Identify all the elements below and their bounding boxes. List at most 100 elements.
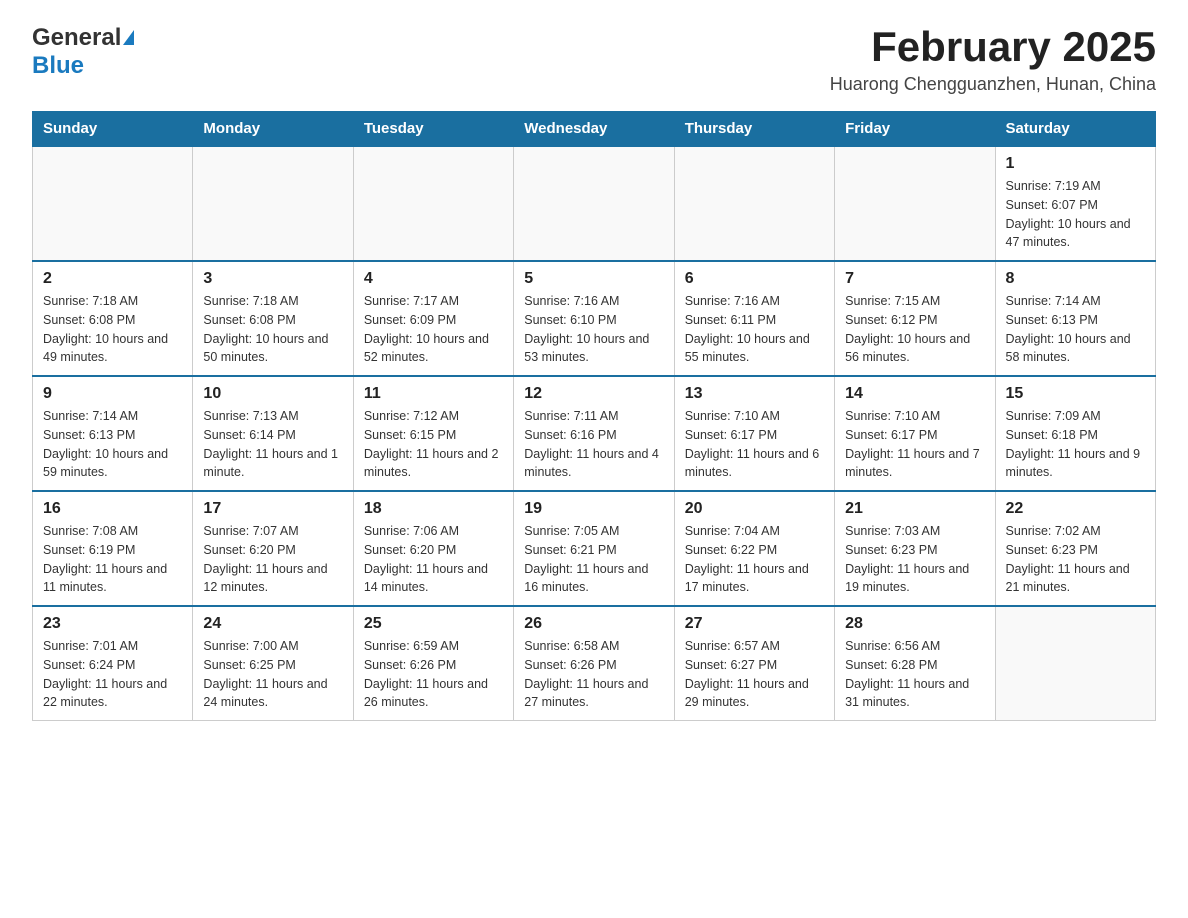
- calendar-cell: 15 Sunrise: 7:09 AM Sunset: 6:18 PM Dayli…: [995, 376, 1155, 491]
- day-info: Sunrise: 7:19 AM Sunset: 6:07 PM Dayligh…: [1006, 177, 1145, 252]
- weekday-header-friday: Friday: [835, 112, 995, 147]
- day-number: 26: [524, 615, 663, 633]
- day-number: 15: [1006, 385, 1145, 403]
- day-number: 6: [685, 270, 824, 288]
- weekday-header-sunday: Sunday: [33, 112, 193, 147]
- calendar-cell: 26 Sunrise: 6:58 AM Sunset: 6:26 PM Dayli…: [514, 606, 674, 721]
- calendar-cell: 8 Sunrise: 7:14 AM Sunset: 6:13 PM Daylig…: [995, 261, 1155, 376]
- day-info: Sunrise: 7:14 AM Sunset: 6:13 PM Dayligh…: [1006, 292, 1145, 367]
- calendar-cell: 1 Sunrise: 7:19 AM Sunset: 6:07 PM Daylig…: [995, 146, 1155, 261]
- calendar-cell: 18Sunrise: 7:06 AM Sunset: 6:20 PM Dayli…: [353, 491, 513, 606]
- day-info: Sunrise: 7:10 AM Sunset: 6:17 PM Dayligh…: [685, 407, 824, 482]
- day-info: Sunrise: 7:08 AM Sunset: 6:19 PM Dayligh…: [43, 522, 182, 597]
- day-info: Sunrise: 7:09 AM Sunset: 6:18 PM Dayligh…: [1006, 407, 1145, 482]
- logo: General Blue: [32, 24, 134, 80]
- day-info: Sunrise: 7:18 AM Sunset: 6:08 PM Dayligh…: [43, 292, 182, 367]
- day-info: Sunrise: 6:56 AM Sunset: 6:28 PM Dayligh…: [845, 637, 984, 712]
- calendar-cell: 20Sunrise: 7:04 AM Sunset: 6:22 PM Dayli…: [674, 491, 834, 606]
- day-number: 21: [845, 500, 984, 518]
- day-info: Sunrise: 7:16 AM Sunset: 6:10 PM Dayligh…: [524, 292, 663, 367]
- day-info: Sunrise: 7:14 AM Sunset: 6:13 PM Dayligh…: [43, 407, 182, 482]
- day-number: 5: [524, 270, 663, 288]
- day-info: Sunrise: 7:11 AM Sunset: 6:16 PM Dayligh…: [524, 407, 663, 482]
- calendar-cell: 24Sunrise: 7:00 AM Sunset: 6:25 PM Dayli…: [193, 606, 353, 721]
- day-info: Sunrise: 7:03 AM Sunset: 6:23 PM Dayligh…: [845, 522, 984, 597]
- calendar-cell: 21 Sunrise: 7:03 AM Sunset: 6:23 PM Dayli…: [835, 491, 995, 606]
- day-number: 10: [203, 385, 342, 403]
- weekday-header-row: SundayMondayTuesdayWednesdayThursdayFrid…: [33, 112, 1156, 147]
- calendar-table: SundayMondayTuesdayWednesdayThursdayFrid…: [32, 111, 1156, 721]
- calendar-cell: 25 Sunrise: 6:59 AM Sunset: 6:26 PM Dayli…: [353, 606, 513, 721]
- logo-blue-text: Blue: [32, 52, 84, 79]
- day-number: 13: [685, 385, 824, 403]
- calendar-week-1: 1 Sunrise: 7:19 AM Sunset: 6:07 PM Daylig…: [33, 146, 1156, 261]
- logo-general-text: General: [32, 24, 121, 52]
- day-number: 22: [1006, 500, 1145, 518]
- day-info: Sunrise: 7:18 AM Sunset: 6:08 PM Dayligh…: [203, 292, 342, 367]
- day-number: 7: [845, 270, 984, 288]
- calendar-cell: 27Sunrise: 6:57 AM Sunset: 6:27 PM Dayli…: [674, 606, 834, 721]
- weekday-header-monday: Monday: [193, 112, 353, 147]
- calendar-body: 1 Sunrise: 7:19 AM Sunset: 6:07 PM Daylig…: [33, 146, 1156, 721]
- calendar-week-3: 9Sunrise: 7:14 AM Sunset: 6:13 PM Daylig…: [33, 376, 1156, 491]
- day-number: 25: [364, 615, 503, 633]
- calendar-cell: [835, 146, 995, 261]
- day-number: 17: [203, 500, 342, 518]
- calendar-cell: 13 Sunrise: 7:10 AM Sunset: 6:17 PM Dayli…: [674, 376, 834, 491]
- calendar-cell: [995, 606, 1155, 721]
- day-info: Sunrise: 6:58 AM Sunset: 6:26 PM Dayligh…: [524, 637, 663, 712]
- calendar-cell: 23 Sunrise: 7:01 AM Sunset: 6:24 PM Dayli…: [33, 606, 193, 721]
- day-info: Sunrise: 7:05 AM Sunset: 6:21 PM Dayligh…: [524, 522, 663, 597]
- calendar-cell: 12 Sunrise: 7:11 AM Sunset: 6:16 PM Dayli…: [514, 376, 674, 491]
- day-number: 16: [43, 500, 182, 518]
- calendar-subtitle: Huarong Chengguanzhen, Hunan, China: [830, 74, 1156, 95]
- calendar-title: February 2025: [830, 24, 1156, 70]
- weekday-header-saturday: Saturday: [995, 112, 1155, 147]
- day-number: 24: [203, 615, 342, 633]
- day-number: 28: [845, 615, 984, 633]
- calendar-cell: 22 Sunrise: 7:02 AM Sunset: 6:23 PM Dayli…: [995, 491, 1155, 606]
- calendar-cell: [353, 146, 513, 261]
- day-number: 19: [524, 500, 663, 518]
- day-number: 27: [685, 615, 824, 633]
- day-info: Sunrise: 6:59 AM Sunset: 6:26 PM Dayligh…: [364, 637, 503, 712]
- title-area: February 2025 Huarong Chengguanzhen, Hun…: [830, 24, 1156, 95]
- day-number: 2: [43, 270, 182, 288]
- day-info: Sunrise: 7:06 AM Sunset: 6:20 PM Dayligh…: [364, 522, 503, 597]
- calendar-cell: [33, 146, 193, 261]
- day-number: 1: [1006, 155, 1145, 173]
- calendar-cell: 10 Sunrise: 7:13 AM Sunset: 6:14 PM Dayli…: [193, 376, 353, 491]
- day-info: Sunrise: 7:12 AM Sunset: 6:15 PM Dayligh…: [364, 407, 503, 482]
- day-number: 8: [1006, 270, 1145, 288]
- calendar-header: SundayMondayTuesdayWednesdayThursdayFrid…: [33, 112, 1156, 147]
- calendar-cell: 4 Sunrise: 7:17 AM Sunset: 6:09 PM Daylig…: [353, 261, 513, 376]
- calendar-cell: 28 Sunrise: 6:56 AM Sunset: 6:28 PM Dayli…: [835, 606, 995, 721]
- day-number: 11: [364, 385, 503, 403]
- day-info: Sunrise: 7:17 AM Sunset: 6:09 PM Dayligh…: [364, 292, 503, 367]
- calendar-cell: 2 Sunrise: 7:18 AM Sunset: 6:08 PM Daylig…: [33, 261, 193, 376]
- calendar-cell: [674, 146, 834, 261]
- calendar-cell: 16 Sunrise: 7:08 AM Sunset: 6:19 PM Dayli…: [33, 491, 193, 606]
- header: General Blue February 2025 Huarong Cheng…: [32, 24, 1156, 95]
- day-number: 23: [43, 615, 182, 633]
- day-number: 20: [685, 500, 824, 518]
- day-number: 12: [524, 385, 663, 403]
- calendar-cell: 3 Sunrise: 7:18 AM Sunset: 6:08 PM Daylig…: [193, 261, 353, 376]
- calendar-cell: 9Sunrise: 7:14 AM Sunset: 6:13 PM Daylig…: [33, 376, 193, 491]
- day-number: 4: [364, 270, 503, 288]
- day-info: Sunrise: 7:15 AM Sunset: 6:12 PM Dayligh…: [845, 292, 984, 367]
- calendar-cell: 6Sunrise: 7:16 AM Sunset: 6:11 PM Daylig…: [674, 261, 834, 376]
- day-number: 3: [203, 270, 342, 288]
- day-number: 14: [845, 385, 984, 403]
- day-info: Sunrise: 7:13 AM Sunset: 6:14 PM Dayligh…: [203, 407, 342, 482]
- weekday-header-tuesday: Tuesday: [353, 112, 513, 147]
- calendar-cell: 7 Sunrise: 7:15 AM Sunset: 6:12 PM Daylig…: [835, 261, 995, 376]
- calendar-week-4: 16 Sunrise: 7:08 AM Sunset: 6:19 PM Dayli…: [33, 491, 1156, 606]
- calendar-cell: 14Sunrise: 7:10 AM Sunset: 6:17 PM Dayli…: [835, 376, 995, 491]
- day-info: Sunrise: 7:01 AM Sunset: 6:24 PM Dayligh…: [43, 637, 182, 712]
- day-info: Sunrise: 7:02 AM Sunset: 6:23 PM Dayligh…: [1006, 522, 1145, 597]
- calendar-cell: 17Sunrise: 7:07 AM Sunset: 6:20 PM Dayli…: [193, 491, 353, 606]
- calendar-week-2: 2 Sunrise: 7:18 AM Sunset: 6:08 PM Daylig…: [33, 261, 1156, 376]
- calendar-cell: [514, 146, 674, 261]
- logo-arrow-icon: [123, 30, 134, 45]
